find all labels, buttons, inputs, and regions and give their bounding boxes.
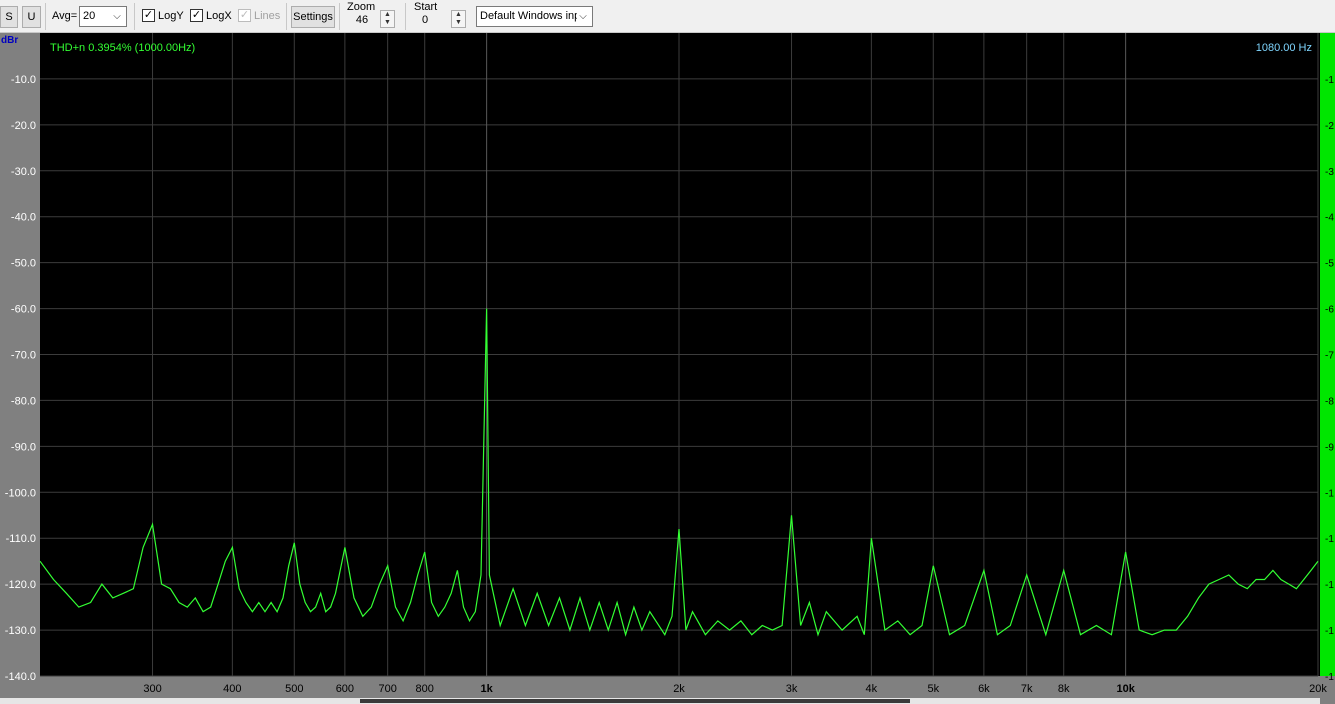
y-tick-label: -70.0 (11, 350, 36, 362)
right-tick-label: -2 (1325, 121, 1334, 132)
avg-select[interactable]: 20 ⌵ (79, 6, 127, 27)
start-value: 0 (421, 14, 429, 26)
lines-label: Lines (254, 10, 281, 22)
x-tick-label: 800 (416, 683, 434, 695)
spin-up-icon[interactable]: ▲ (381, 11, 394, 19)
toolbar-separator (286, 3, 287, 30)
y-tick-label: -30.0 (11, 166, 36, 178)
x-tick-label: 4k (866, 683, 878, 695)
start-label: Start (414, 1, 438, 13)
chevron-down-icon: ⌵ (577, 7, 589, 26)
u-button[interactable]: U (22, 6, 41, 28)
right-tick-label: -1 (1325, 580, 1334, 591)
spin-up-icon[interactable]: ▲ (452, 11, 465, 19)
x-tick-label: 600 (336, 683, 354, 695)
x-tick-label: 20k (1309, 683, 1327, 695)
settings-button[interactable]: Settings (291, 6, 335, 28)
spin-down-icon[interactable]: ▼ (381, 19, 394, 27)
right-axis-labels: -1 -2 -3 -4 -5 -6 -7 -8 -9 -1 -1 -1 -1 -1 (1325, 75, 1334, 683)
y-tick-label: -90.0 (11, 441, 36, 453)
logx-label: LogX (206, 10, 232, 22)
y-tick-label: -110.0 (6, 533, 36, 545)
x-tick-label: 300 (143, 683, 161, 695)
spectrum-plot[interactable]: -10.0 -20.0 -30.0 -40.0 -50.0 -60.0 -70.0 -80.0… (0, 33, 1335, 698)
y-tick-label: -80.0 (11, 395, 36, 407)
zoom-spinner[interactable]: ▲ ▼ (380, 10, 395, 28)
toolbar: S U Avg= 20 ⌵ ✓ LogY ✓ LogX ✓ Lines Sett… (0, 0, 1335, 33)
y-tick-label: -50.0 (11, 258, 36, 270)
y-axis-labels: -10.0 -20.0 -30.0 -40.0 -50.0 -60.0 -70.0 -80.0… (5, 74, 36, 683)
spin-down-icon[interactable]: ▼ (452, 19, 465, 27)
logy-checkbox[interactable]: ✓ (142, 9, 155, 22)
scrollbar-thumb[interactable] (360, 699, 910, 703)
toolbar-separator (45, 3, 46, 30)
cursor-frequency-readout: 1080.00 Hz (1256, 42, 1312, 54)
x-tick-label: 10k (1116, 683, 1135, 695)
right-tick-label: -1 (1325, 75, 1334, 86)
check-icon: ✓ (143, 9, 154, 21)
y-tick-label: -120.0 (5, 579, 36, 591)
x-axis-labels: 300 400 500 600 700 800 1k 2k 3k 4k 5k 6k 7k 8k 10k 20k (143, 683, 1327, 695)
x-tick-label: 6k (978, 683, 990, 695)
toolbar-separator (339, 3, 340, 30)
x-tick-label: 500 (285, 683, 303, 695)
right-tick-label: -1 (1325, 626, 1334, 637)
chevron-down-icon: ⌵ (113, 11, 121, 22)
x-tick-label: 400 (223, 683, 241, 695)
input-device-value: Default Windows inp (480, 10, 581, 22)
avg-label: Avg= (52, 10, 78, 22)
right-tick-label: -1 (1325, 488, 1334, 499)
y-tick-label: -20.0 (11, 120, 36, 132)
x-tick-label: 2k (673, 683, 685, 695)
x-tick-label: 7k (1021, 683, 1033, 695)
logx-checkbox[interactable]: ✓ (190, 9, 203, 22)
right-tick-label: -3 (1325, 167, 1334, 178)
s-button[interactable]: S (0, 6, 18, 28)
x-tick-label: 5k (927, 683, 939, 695)
y-tick-label: -60.0 (11, 304, 36, 316)
check-icon: ✓ (239, 9, 250, 21)
input-device-select[interactable]: Default Windows inp ⌵ (476, 6, 593, 27)
toolbar-separator (405, 3, 406, 30)
right-tick-label: -7 (1325, 351, 1334, 362)
start-spinner[interactable]: ▲ ▼ (451, 10, 466, 28)
avg-select-value: 20 (83, 10, 96, 22)
thd-readout: THD+n 0.3954% (1000.00Hz) (50, 42, 195, 54)
x-tick-label: 1k (481, 683, 494, 695)
logy-label: LogY (158, 10, 184, 22)
right-tick-label: -4 (1325, 213, 1334, 224)
zoom-value: 46 (355, 14, 369, 26)
toolbar-separator (134, 3, 135, 30)
y-tick-label: -140.0 (5, 671, 36, 683)
y-tick-label: -40.0 (11, 212, 36, 224)
y-tick-label: -10.0 (11, 74, 36, 86)
lines-checkbox[interactable]: ✓ (238, 9, 251, 22)
y-tick-label: -100.0 (5, 487, 36, 499)
right-tick-label: -6 (1325, 305, 1334, 316)
right-tick-label: -1 (1325, 534, 1334, 545)
x-tick-label: 3k (786, 683, 798, 695)
x-tick-label: 700 (378, 683, 396, 695)
right-tick-label: -8 (1325, 396, 1334, 407)
right-tick-label: -1 (1325, 672, 1334, 683)
right-tick-label: -9 (1325, 442, 1334, 453)
y-unit-label: dBr (1, 35, 18, 46)
y-tick-label: -130.0 (5, 625, 36, 637)
zoom-label: Zoom (347, 1, 376, 13)
right-tick-label: -5 (1325, 259, 1334, 270)
check-icon: ✓ (191, 9, 202, 21)
x-tick-label: 8k (1058, 683, 1070, 695)
